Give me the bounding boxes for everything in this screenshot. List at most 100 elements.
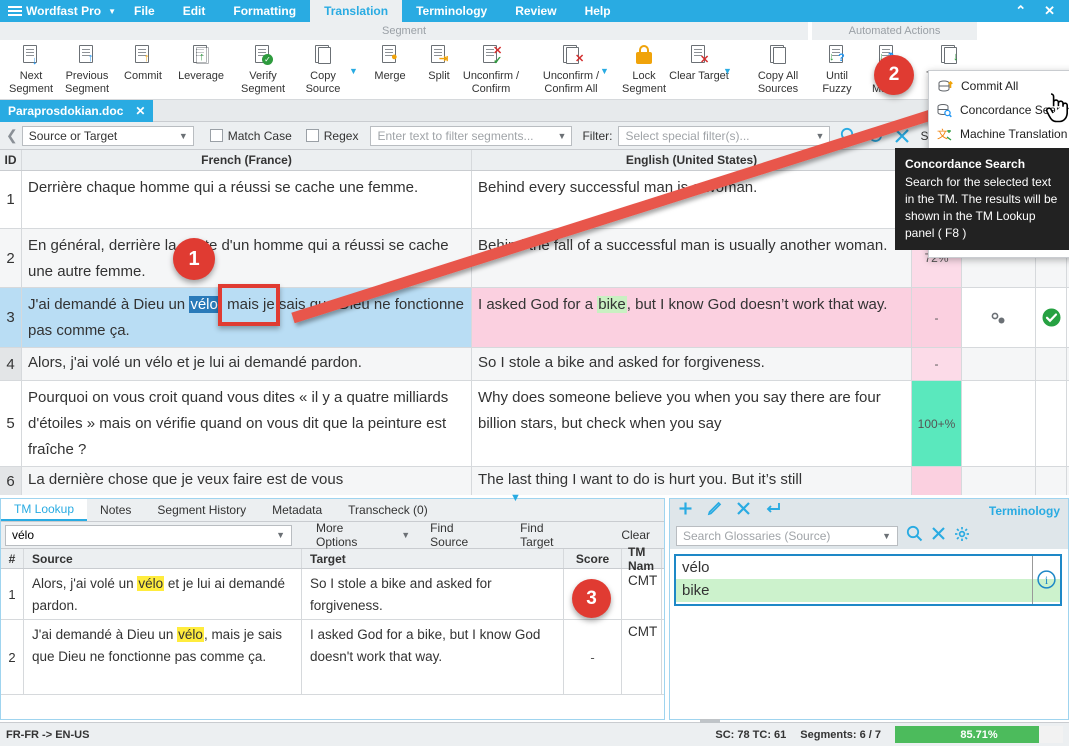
concordance-search-icon (937, 103, 952, 118)
tm-row-tm-name: CMT (622, 620, 662, 694)
menu-item-review[interactable]: Review (501, 0, 570, 22)
enter-term-icon[interactable] (765, 501, 781, 521)
commit-icon: ↑ (112, 42, 174, 68)
row-target[interactable]: Behind the fall of a successful man is u… (472, 229, 912, 287)
menu-item-translation[interactable]: Translation (310, 0, 403, 22)
filter-search-icon[interactable] (840, 127, 857, 144)
tab-notes[interactable]: Notes (87, 499, 144, 521)
special-filter-select[interactable]: Select special filter(s)... ▼ (618, 125, 831, 146)
special-filter-placeholder: Select special filter(s)... (625, 128, 750, 143)
chevron-down-icon: ▼ (557, 130, 567, 141)
chevron-left-icon[interactable]: ❮ (4, 127, 22, 144)
brand-label[interactable]: Wordfast Pro ▼ (24, 0, 120, 22)
table-row[interactable]: 4 Alors, j'ai volé un vélo et je lui ai … (0, 348, 1069, 381)
more-options-button[interactable]: More Options (306, 521, 397, 549)
tm-lookup-search-input[interactable]: vélo ▼ (5, 524, 292, 546)
progress-bar: 85.71% (895, 726, 1063, 743)
row-source[interactable]: Pourquoi on vous croit quand vous dites … (22, 381, 472, 466)
edit-term-icon[interactable] (707, 501, 722, 521)
app-menu-icon[interactable] (0, 0, 24, 22)
row-target[interactable]: The last thing I want to do is hurt you.… (472, 467, 912, 495)
regex-checkbox[interactable]: Regex (305, 129, 358, 143)
tab-transcheck[interactable]: Transcheck (0) (335, 499, 441, 521)
table-row[interactable]: 6 La dernière chose que je veux faire es… (0, 467, 1069, 495)
progress-bar-label: 85.71% (960, 728, 998, 741)
terminology-entry-target: bike (676, 579, 1060, 602)
segments-count-label: Segments: 6 / 7 (800, 728, 881, 741)
row-target[interactable]: Why does someone believe you when you sa… (472, 381, 912, 466)
delete-term-icon[interactable] (736, 501, 751, 521)
copy-all-sources-button[interactable]: Copy All Sources (742, 42, 814, 95)
table-row[interactable]: 5 Pourquoi on vous croit quand vous dite… (0, 381, 1069, 467)
grid-scroll-down-icon[interactable]: ▼ (510, 492, 521, 504)
clear-button[interactable]: Clear (611, 528, 660, 542)
row-id: 4 (0, 348, 22, 380)
find-source-button[interactable]: Find Source (420, 521, 504, 549)
filter-clear-icon[interactable] (894, 128, 910, 144)
menu-item-file[interactable]: File (120, 0, 169, 22)
tab-tm-lookup[interactable]: TM Lookup (1, 499, 88, 521)
until-fuzzy-button[interactable]: ? ↓ Until Fuzzy (814, 42, 860, 95)
glossary-settings-icon[interactable] (954, 526, 970, 547)
glossary-search-input[interactable]: Search Glossaries (Source) ▼ (676, 526, 898, 546)
unconfirm-confirm-button[interactable]: ✕ ✓ Unconfirm / Confirm (452, 42, 530, 95)
menu-item-formatting[interactable]: Formatting (219, 0, 310, 22)
glossary-clear-icon[interactable] (931, 526, 946, 546)
collapse-ribbon-icon[interactable]: ⌃ (1015, 3, 1026, 19)
leverage-label: Leverage (178, 70, 224, 82)
row-source[interactable]: La dernière chose que je veux faire est … (22, 467, 472, 495)
brand-text: Wordfast Pro (26, 4, 102, 18)
add-term-icon[interactable] (678, 501, 693, 521)
document-tab-close-icon[interactable]: ✕ (135, 104, 145, 118)
copy-source-dropdown-icon[interactable]: ▼ (349, 66, 358, 76)
chevron-down-icon: ▼ (178, 130, 188, 141)
row-source[interactable]: Derrière chaque homme qui a réussi se ca… (22, 171, 472, 228)
annotation-marker-2: 2 (874, 55, 914, 95)
status-bar: FR-FR -> EN-US SC: 78 TC: 61 Segments: 6… (0, 719, 1069, 746)
tm-row-score: - (564, 620, 622, 694)
glossary-search-icon[interactable] (906, 525, 923, 547)
row-status (1036, 467, 1067, 495)
lock-segment-button[interactable]: Lock Segment (613, 42, 675, 95)
row-target[interactable]: So I stole a bike and asked for forgiven… (472, 348, 912, 380)
leverage-button[interactable]: ↑ Leverage (170, 42, 232, 83)
menu-item-terminology[interactable]: Terminology (402, 0, 501, 22)
verify-segment-button[interactable]: ✓ Verify Segment (232, 42, 294, 95)
close-icon[interactable]: ✕ (1044, 3, 1055, 19)
commit-button[interactable]: ↑ Commit (112, 42, 174, 83)
tm-results-header: # Source Target Score TM Nam (1, 545, 664, 573)
tab-metadata[interactable]: Metadata (259, 499, 335, 521)
col-header-target: Target (302, 549, 564, 568)
row-id: 3 (0, 288, 22, 347)
document-tab[interactable]: Paraprosdokian.doc ✕ (0, 100, 154, 122)
list-item[interactable]: 1 Alors, j'ai volé un vélo et je lui ai … (1, 569, 664, 620)
until-fuzzy-icon: ? ↓ (814, 42, 860, 68)
row-target[interactable]: Behind every successful man is a woman. (472, 171, 912, 228)
tab-segment-history[interactable]: Segment History (144, 499, 259, 521)
tm-row-source-highlight: vélo (137, 576, 165, 591)
find-target-button[interactable]: Find Target (510, 521, 589, 549)
table-row-active[interactable]: 3 J'ai demandé à Dieu un vélo, mais je s… (0, 288, 1069, 348)
row-target[interactable]: I asked God for a bike, but I know God d… (472, 288, 912, 347)
filter-text-input[interactable]: Enter text to filter segments... ▼ (370, 125, 573, 146)
mouse-cursor-icon (1044, 92, 1069, 129)
clear-target-button[interactable]: ✕ Clear Target (668, 42, 730, 83)
horizontal-scrollbar[interactable] (700, 719, 720, 723)
unconfirm-confirm-all-dropdown-icon[interactable]: ▼ (600, 66, 609, 76)
menu-item-edit[interactable]: Edit (169, 0, 220, 22)
copy-source-button[interactable]: Copy Source (292, 42, 354, 95)
menu-item-help[interactable]: Help (571, 0, 625, 22)
next-segment-button[interactable]: ↓ Next Segment (0, 42, 62, 95)
clear-target-dropdown-icon[interactable]: ▼ (723, 66, 732, 76)
more-options-dropdown-icon[interactable]: ▼ (397, 530, 410, 540)
filter-scope-select[interactable]: Source or Target ▼ (21, 125, 194, 146)
row-source[interactable]: Alors, j'ai volé un vélo et je lui ai de… (22, 348, 472, 380)
terminology-entry[interactable]: vélo bike i (674, 554, 1062, 606)
row-source-selection: vélo (189, 296, 219, 313)
list-item[interactable]: 2 J'ai demandé à Dieu un vélo, mais je s… (1, 620, 664, 695)
match-case-checkbox[interactable]: Match Case (209, 129, 292, 143)
filter-refresh-icon[interactable] (867, 127, 884, 144)
row-source[interactable]: En général, derrière la chute d'un homme… (22, 229, 472, 287)
info-icon[interactable]: i (1037, 570, 1056, 594)
previous-segment-button[interactable]: ↑ Previous Segment (56, 42, 118, 95)
